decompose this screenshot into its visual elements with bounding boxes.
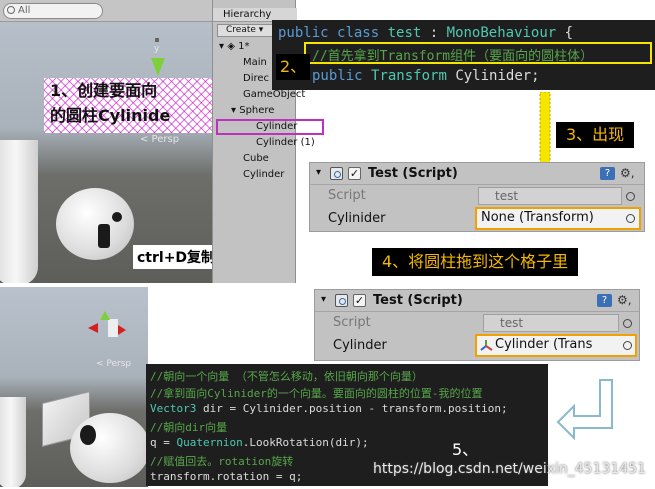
hierarchy-item-gameobject[interactable]: GameObject <box>243 89 305 101</box>
code-comment-line-1: //朝向一个向量 （不管怎么移动，依旧朝向那个向量） <box>150 370 423 383</box>
component-header-bottom[interactable]: ▾ ✓ Test (Script) ? ⚙, <box>315 290 639 312</box>
sphere-object[interactable] <box>56 188 134 260</box>
code-line-assign: transform.rotation = q; <box>150 470 303 483</box>
code-line-dir: Vector3 dir = Cylinider.position - trans… <box>150 402 508 415</box>
scene-toolbar: All <box>0 0 212 22</box>
step1-note: 1、创建要面向 的圆柱Cylinide <box>44 78 214 133</box>
target-icon[interactable] <box>623 319 632 328</box>
component-title: Test (Script) <box>373 293 463 308</box>
object-picker-icon[interactable] <box>626 214 635 223</box>
hierarchy-item-cylinder[interactable]: Cylinder <box>243 169 284 181</box>
target-icon[interactable] <box>626 192 635 201</box>
step3-label: 3、出现 <box>556 122 635 148</box>
script-icon <box>335 294 348 307</box>
hierarchy-item-cube[interactable]: Cube <box>243 153 269 165</box>
gizmo-x-arrow-icon[interactable] <box>88 323 98 333</box>
cylinder-object[interactable] <box>0 140 38 283</box>
hierarchy-item-direc[interactable]: Direc <box>243 73 269 85</box>
hierarchy-item-cylinder-1[interactable]: Cylinder (1) <box>256 137 315 149</box>
expand-arrow-icon: ▾ <box>219 41 225 52</box>
search-icon <box>7 6 15 14</box>
cylinder-object-field[interactable]: Cylinder (Trans <box>475 334 637 357</box>
hierarchy-item-main[interactable]: Main <box>243 57 267 69</box>
expand-arrow-icon: ▾ <box>231 105 237 116</box>
watermark: https://blog.csdn.net/weixin_45131451 <box>373 461 647 477</box>
gizmo-x-small-icon <box>118 325 126 335</box>
cylinider-label: Cylinider <box>328 211 386 226</box>
hierarchy-tab-label: Hierarchy <box>223 9 272 20</box>
code-line-comment: //首先拿到Transform组件（要面向的圆柱体） <box>312 49 594 64</box>
script-icon <box>330 167 343 180</box>
code-line-quaternion: q = Quaternion.LookRotation(dir); <box>150 436 369 449</box>
unity-logo-icon: ◈ <box>227 41 235 52</box>
cylinider-object-field[interactable]: None (Transform) <box>475 207 641 230</box>
code-comment-line-3: //朝向dir向量 <box>150 421 228 434</box>
scene-search-input[interactable]: All <box>3 3 103 19</box>
step1-line2: 的圆柱Cylinide <box>50 106 171 125</box>
foldout-arrow-icon[interactable]: ▾ <box>316 167 321 178</box>
object-picker-icon[interactable] <box>623 341 632 350</box>
code-comment-line-4: //赋值回去。rotation旋转 <box>150 455 294 468</box>
script-label: Script <box>328 188 366 203</box>
inspector-component-top: ▾ ✓ Test (Script) ? ⚙, Script test Cylin… <box>309 162 645 232</box>
step4-label: 4、将圆柱拖到这个格子里 <box>372 248 579 276</box>
scene-view-bottom[interactable]: < Persp <box>0 287 148 487</box>
script-label: Script <box>333 315 371 330</box>
code-comment-line-2: //拿到面向Cylinider的一个向量。要面向的圆柱的位置-我的位置 <box>150 387 483 400</box>
code-line-class: public class test : MonoBehaviour { <box>278 25 574 41</box>
hierarchy-item-sphere[interactable]: ▾ Sphere <box>231 105 274 117</box>
scene-view-top[interactable]: All y < Persp <box>0 0 212 283</box>
help-icon[interactable]: ? <box>600 167 615 180</box>
gear-icon[interactable]: ⚙, <box>617 293 632 307</box>
step5-label: 5、 <box>452 440 479 459</box>
code-snippet-top: public class test : MonoBehaviour { //首先… <box>272 20 655 90</box>
sphere-object-bottom[interactable] <box>70 413 148 483</box>
step2-label: 2、 <box>276 54 311 80</box>
script-field: test <box>478 187 622 205</box>
foldout-arrow-icon[interactable]: ▾ <box>321 294 326 305</box>
gizmo-center <box>108 319 118 337</box>
code-line-field: public Transform Cylinider; <box>312 68 540 84</box>
gear-icon[interactable]: ⚙, <box>620 166 635 180</box>
gizmo-axis-stub <box>155 38 159 42</box>
create-button[interactable]: Create ▾ <box>217 24 273 37</box>
gizmo-y-label: y <box>154 44 160 54</box>
sphere-eye <box>112 212 122 222</box>
cylinder-selection-highlight <box>216 119 324 135</box>
enabled-checkbox[interactable]: ✓ <box>353 294 366 307</box>
persp-label[interactable]: < Persp <box>140 134 179 145</box>
hierarchy-root[interactable]: ▾ ◈ 1* <box>219 41 249 53</box>
script-field: test <box>483 314 619 332</box>
transform-icon <box>480 340 493 351</box>
gizmo-y-small-icon <box>100 311 110 320</box>
sphere-shadow <box>98 224 110 248</box>
persp-label-bottom[interactable]: < Persp <box>96 359 131 369</box>
cylinder-label: Cylinder <box>333 338 387 353</box>
component-title: Test (Script) <box>368 166 458 181</box>
help-icon[interactable]: ? <box>597 294 612 307</box>
cylinder-object-bottom[interactable] <box>0 397 26 487</box>
component-header[interactable]: ▾ ✓ Test (Script) ? ⚙, <box>310 163 644 185</box>
step1-line1: 1、创建要面向 <box>50 81 158 100</box>
inspector-component-bottom: ▾ ✓ Test (Script) ? ⚙, Script test Cylin… <box>314 289 640 361</box>
enabled-checkbox[interactable]: ✓ <box>348 167 361 180</box>
gizmo-y-arrow-icon[interactable] <box>151 58 165 76</box>
sphere-shadow-bottom <box>80 425 96 445</box>
return-arrow-icon <box>556 379 613 441</box>
